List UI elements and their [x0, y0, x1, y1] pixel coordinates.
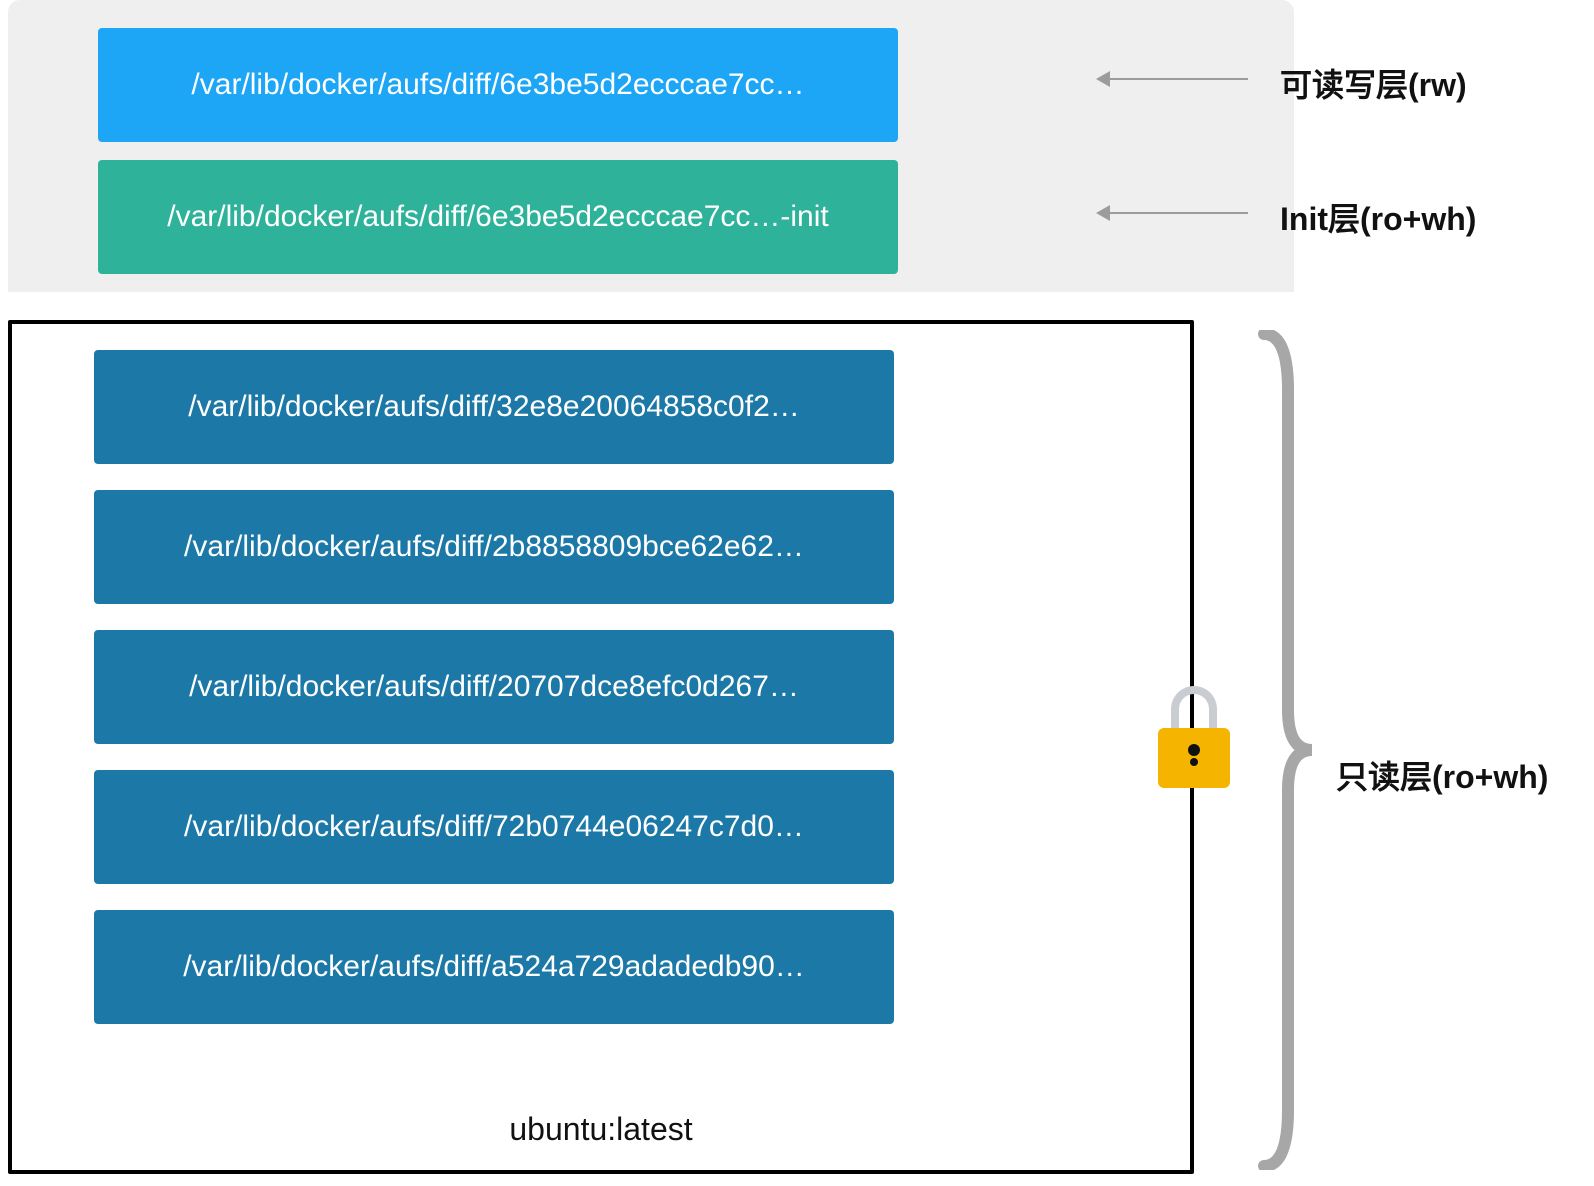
init-layer-path: /var/lib/docker/aufs/diff/6e3be5d2ecccae… [167, 200, 828, 234]
upper-layers-group: /var/lib/docker/aufs/diff/6e3be5d2ecccae… [8, 0, 1294, 292]
brace-icon [1256, 330, 1316, 1170]
ro-layer-path: /var/lib/docker/aufs/diff/32e8e20064858c… [188, 390, 800, 424]
arrow-rw [1108, 78, 1248, 80]
init-layer-bar: /var/lib/docker/aufs/diff/6e3be5d2ecccae… [98, 160, 898, 274]
ro-layer-bar: /var/lib/docker/aufs/diff/32e8e20064858c… [94, 350, 894, 464]
init-layer-label: Init层(ro+wh) [1280, 194, 1476, 240]
ro-layer-bar: /var/lib/docker/aufs/diff/72b0744e06247c… [94, 770, 894, 884]
ro-layer-bar: /var/lib/docker/aufs/diff/a524a729adaded… [94, 910, 894, 1024]
ro-layer-bar: /var/lib/docker/aufs/diff/2b8858809bce62… [94, 490, 894, 604]
ro-layer-path: /var/lib/docker/aufs/diff/2b8858809bce62… [184, 530, 804, 564]
ro-layer-label: 只读层(ro+wh) [1336, 752, 1548, 798]
lock-icon [1158, 686, 1230, 788]
readonly-layers-box: /var/lib/docker/aufs/diff/32e8e20064858c… [8, 320, 1194, 1174]
image-tag-label: ubuntu:latest [509, 1111, 692, 1148]
rw-layer-bar: /var/lib/docker/aufs/diff/6e3be5d2ecccae… [98, 28, 898, 142]
arrow-init [1108, 212, 1248, 214]
ro-layer-bar: /var/lib/docker/aufs/diff/20707dce8efc0d… [94, 630, 894, 744]
ro-layer-path: /var/lib/docker/aufs/diff/a524a729adaded… [183, 950, 805, 984]
ro-layer-path: /var/lib/docker/aufs/diff/20707dce8efc0d… [189, 670, 799, 704]
rw-layer-label: 可读写层(rw) [1280, 60, 1467, 106]
rw-layer-path: /var/lib/docker/aufs/diff/6e3be5d2ecccae… [191, 68, 804, 102]
ro-layer-path: /var/lib/docker/aufs/diff/72b0744e06247c… [184, 810, 804, 844]
